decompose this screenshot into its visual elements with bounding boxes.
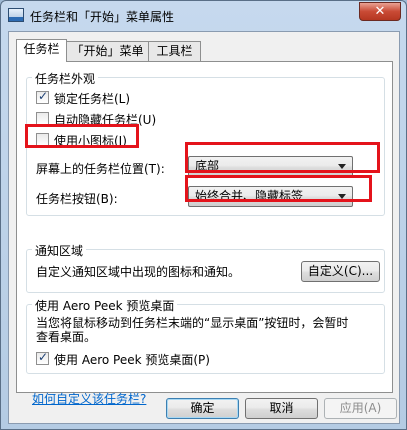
tab-start-menu-label: 「开始」菜单	[71, 44, 144, 58]
taskbar-app-icon	[8, 8, 24, 22]
customize-button-label: 自定义(C)...	[307, 264, 374, 278]
tab-taskbar[interactable]: 任务栏	[16, 39, 67, 62]
window-title: 任务栏和「开始」菜单属性	[30, 10, 175, 24]
lock-taskbar-label: 锁定任务栏(L)	[54, 92, 131, 106]
dialog-client-area: 任务栏 「开始」菜单 工具栏 任务栏外观 锁定任务栏(L) 自动隐藏任务栏(U)…	[8, 31, 400, 424]
aero-peek-title: 使用 Aero Peek 预览桌面	[32, 297, 178, 314]
title-bar[interactable]: 任务栏和「开始」菜单属性 ✕	[1, 1, 406, 31]
close-button[interactable]: ✕	[359, 2, 401, 21]
customize-notification-button[interactable]: 自定义(C)...	[301, 261, 380, 282]
tab-toolbars-label: 工具栏	[156, 44, 193, 58]
properties-window: 任务栏和「开始」菜单属性 ✕ 任务栏 「开始」菜单 工具栏 任务栏外观 锁定任务…	[0, 0, 407, 430]
aero-peek-check-icon	[36, 350, 49, 365]
cancel-button[interactable]: 取消	[245, 398, 318, 419]
cancel-button-label: 取消	[269, 401, 294, 415]
annotation-box-buttons	[185, 175, 372, 202]
tab-taskbar-label: 任务栏	[23, 42, 60, 56]
notification-area-description: 自定义通知区域中出现的图标和通知。	[36, 265, 241, 279]
taskbar-buttons-label: 任务栏按钮(B):	[36, 192, 118, 206]
annotation-box-small-icons	[25, 124, 139, 148]
close-icon: ✕	[374, 4, 386, 19]
apply-button[interactable]: 应用(A)	[324, 398, 397, 419]
aero-peek-checkbox-label: 使用 Aero Peek 预览桌面(P)	[54, 353, 210, 367]
taskbar-tab-panel: 任务栏外观 锁定任务栏(L) 自动隐藏任务栏(U) 使用小图标(I) 屏幕上的任…	[16, 61, 393, 406]
annotation-box-location	[185, 142, 380, 173]
taskbar-location-label: 屏幕上的任务栏位置(T):	[36, 162, 165, 176]
tab-start-menu[interactable]: 「开始」菜单	[66, 41, 149, 61]
tab-toolbars[interactable]: 工具栏	[148, 41, 201, 61]
ok-button-label: 确定	[190, 401, 215, 415]
aero-peek-group: 使用 Aero Peek 预览桌面 当您将鼠标移动到任务栏末端的“显示桌面”按钮…	[26, 297, 385, 374]
notification-area-title: 通知区域	[32, 242, 87, 259]
apply-button-label: 应用(A)	[339, 401, 382, 415]
help-customize-taskbar-link[interactable]: 如何自定义该任务栏?	[32, 390, 146, 407]
aero-peek-checkbox[interactable]: 使用 Aero Peek 预览桌面(P)	[36, 350, 210, 367]
lock-taskbar-check-icon	[36, 89, 49, 104]
taskbar-appearance-title: 任务栏外观	[32, 70, 99, 87]
ok-button[interactable]: 确定	[166, 398, 239, 419]
aero-peek-description-line2: 查看桌面。	[36, 330, 97, 344]
lock-taskbar-checkbox[interactable]: 锁定任务栏(L)	[36, 89, 131, 106]
